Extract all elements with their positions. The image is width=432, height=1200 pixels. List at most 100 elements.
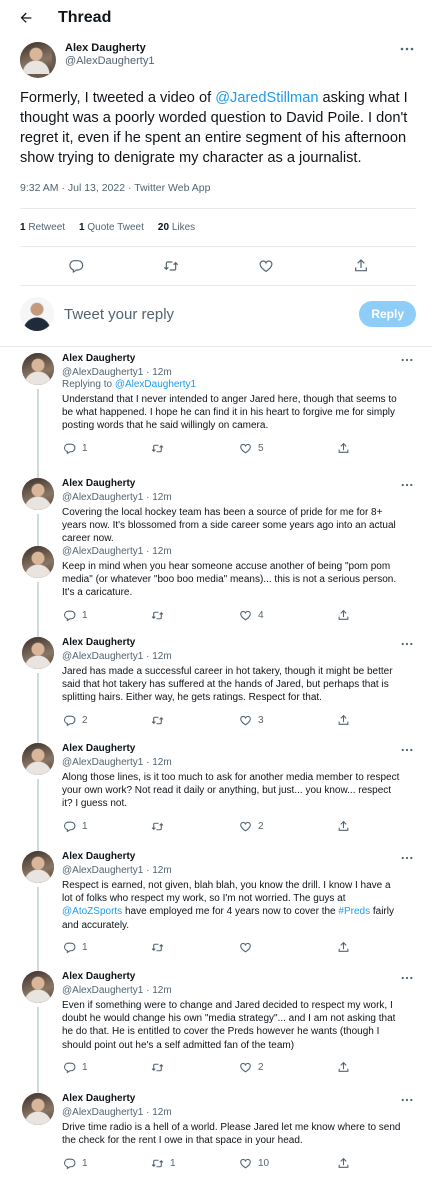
tweet-text: Jared has made a successful career in ho…	[62, 666, 393, 704]
likes-stat[interactable]: 20 Likes	[158, 222, 195, 233]
reply-count: 1	[82, 942, 88, 954]
more-options-icon[interactable]	[398, 478, 416, 492]
more-options-icon[interactable]	[398, 42, 416, 56]
retweet-icon[interactable]	[150, 609, 164, 623]
avatar[interactable]	[20, 42, 56, 78]
author-handle[interactable]: @AlexDaugherty1 · 12m	[62, 546, 416, 558]
retweet-icon[interactable]	[150, 820, 164, 834]
avatar[interactable]	[22, 1093, 54, 1125]
reply-tweet[interactable]: Alex Daugherty @AlexDaugherty1 · 12m Cov…	[0, 472, 432, 552]
avatar[interactable]	[22, 743, 54, 775]
share-icon[interactable]	[336, 714, 350, 728]
like-icon[interactable]	[238, 442, 252, 456]
author-handle[interactable]: @AlexDaugherty1 · 12m	[62, 651, 416, 663]
share-icon[interactable]	[352, 257, 370, 275]
retweet-icon[interactable]	[162, 257, 180, 275]
back-arrow-icon[interactable]	[16, 8, 36, 28]
share-icon[interactable]	[336, 1061, 350, 1075]
like-icon[interactable]	[257, 257, 275, 275]
avatar[interactable]	[22, 637, 54, 669]
author-name[interactable]: Alex Daugherty	[62, 353, 135, 367]
like-icon[interactable]	[238, 1156, 252, 1170]
like-count: 3	[258, 715, 264, 727]
author-name[interactable]: Alex Daugherty	[62, 478, 135, 492]
share-icon[interactable]	[336, 941, 350, 955]
more-options-icon[interactable]	[398, 637, 416, 651]
author-handle[interactable]: @AlexDaugherty1 · 12m	[62, 757, 416, 769]
avatar[interactable]	[22, 971, 54, 1003]
reply-icon[interactable]	[62, 820, 76, 834]
reply-count: 2	[82, 715, 88, 727]
author-handle[interactable]: @AlexDaugherty1	[65, 55, 398, 68]
retweet-icon[interactable]	[150, 941, 164, 955]
share-icon[interactable]	[336, 609, 350, 623]
mention-link[interactable]: @AlexDaugherty1	[115, 379, 196, 390]
more-options-icon[interactable]	[398, 743, 416, 757]
author-handle[interactable]: @AlexDaugherty1 · 12m	[62, 492, 416, 504]
retweet-icon[interactable]	[150, 1061, 164, 1075]
like-icon[interactable]	[238, 1061, 252, 1075]
like-icon[interactable]	[238, 609, 252, 623]
reply-icon[interactable]	[62, 714, 76, 728]
reply-icon[interactable]	[62, 1156, 76, 1170]
reply-composer: Tweet your reply Reply	[0, 286, 432, 336]
avatar[interactable]	[22, 851, 54, 883]
reply-icon[interactable]	[62, 442, 76, 456]
retweets-stat[interactable]: 1 Retweet	[20, 222, 65, 233]
tweet-text: Understand that I never intended to ange…	[62, 394, 397, 432]
more-options-icon[interactable]	[398, 971, 416, 985]
reply-tweet[interactable]: Alex Daugherty @AlexDaugherty1 · 12m Res…	[0, 845, 432, 971]
like-count: 2	[258, 1062, 264, 1074]
thread-line	[37, 779, 39, 851]
more-options-icon[interactable]	[398, 851, 416, 865]
avatar[interactable]	[22, 353, 54, 385]
reply-tweet[interactable]: @AlexDaugherty1 · 12m Keep in mind when …	[0, 546, 432, 637]
thread-page: Thread Alex Daugherty @AlexDaugherty1 Fo…	[0, 0, 432, 1200]
mention-link[interactable]: @JaredStillman	[215, 90, 318, 106]
author-handle[interactable]: @AlexDaugherty1 · 12m	[62, 865, 416, 877]
more-options-icon[interactable]	[398, 353, 416, 367]
share-icon[interactable]	[336, 442, 350, 456]
reply-tweet[interactable]: Alex Daugherty @AlexDaugherty1 · 12m Jar…	[0, 631, 432, 743]
author-handle[interactable]: @AlexDaugherty1 · 12m	[62, 367, 416, 379]
mention-link[interactable]: @AtoZSports	[62, 906, 122, 917]
thread-line	[37, 887, 39, 971]
reply-tweet[interactable]: Alex Daugherty @AlexDaugherty1 · 12m Eve…	[0, 965, 432, 1093]
reply-tweet[interactable]: Alex Daugherty @AlexDaugherty1 · 12m Dri…	[0, 1087, 432, 1171]
author-name[interactable]: Alex Daugherty	[62, 637, 135, 651]
reply-icon[interactable]	[62, 941, 76, 955]
tweet-timestamp[interactable]: 9:32 AM · Jul 13, 2022 · Twitter Web App	[20, 182, 416, 194]
reply-count: 1	[82, 1062, 88, 1074]
reply-input[interactable]: Tweet your reply	[64, 306, 359, 323]
author-name[interactable]: Alex Daugherty	[62, 971, 135, 985]
reply-button[interactable]: Reply	[359, 301, 416, 327]
author-name[interactable]: Alex Daugherty	[62, 743, 135, 757]
reply-icon[interactable]	[62, 1061, 76, 1075]
reply-count: 1	[82, 443, 88, 455]
avatar[interactable]	[22, 478, 54, 510]
share-icon[interactable]	[336, 820, 350, 834]
hashtag-link[interactable]: #Preds	[338, 906, 370, 917]
quotes-stat[interactable]: 1 Quote Tweet	[79, 222, 144, 233]
more-options-icon[interactable]	[398, 1093, 416, 1107]
author-name[interactable]: Alex Daugherty	[62, 851, 135, 865]
like-icon[interactable]	[238, 941, 252, 955]
tweet-actions: 1	[62, 934, 416, 962]
tweet-text: Along those lines, is it too much to ask…	[62, 772, 400, 810]
like-icon[interactable]	[238, 714, 252, 728]
author-handle[interactable]: @AlexDaugherty1 · 12m	[62, 985, 416, 997]
reply-tweet[interactable]: Alex Daugherty @AlexDaugherty1 · 12m Rep…	[0, 347, 432, 478]
author-name[interactable]: Alex Daugherty	[62, 1093, 135, 1107]
avatar[interactable]	[22, 546, 54, 578]
retweet-icon[interactable]	[150, 1156, 164, 1170]
author-name[interactable]: Alex Daugherty	[65, 42, 398, 55]
like-icon[interactable]	[238, 820, 252, 834]
reply-tweet[interactable]: Alex Daugherty @AlexDaugherty1 · 12m Alo…	[0, 737, 432, 851]
retweet-icon[interactable]	[150, 442, 164, 456]
reply-icon[interactable]	[62, 609, 76, 623]
author-handle[interactable]: @AlexDaugherty1 · 12m	[62, 1107, 416, 1119]
retweet-icon[interactable]	[150, 714, 164, 728]
main-tweet: Alex Daugherty @AlexDaugherty1 Formerly,…	[0, 36, 432, 286]
share-icon[interactable]	[336, 1156, 350, 1170]
reply-icon[interactable]	[67, 257, 85, 275]
